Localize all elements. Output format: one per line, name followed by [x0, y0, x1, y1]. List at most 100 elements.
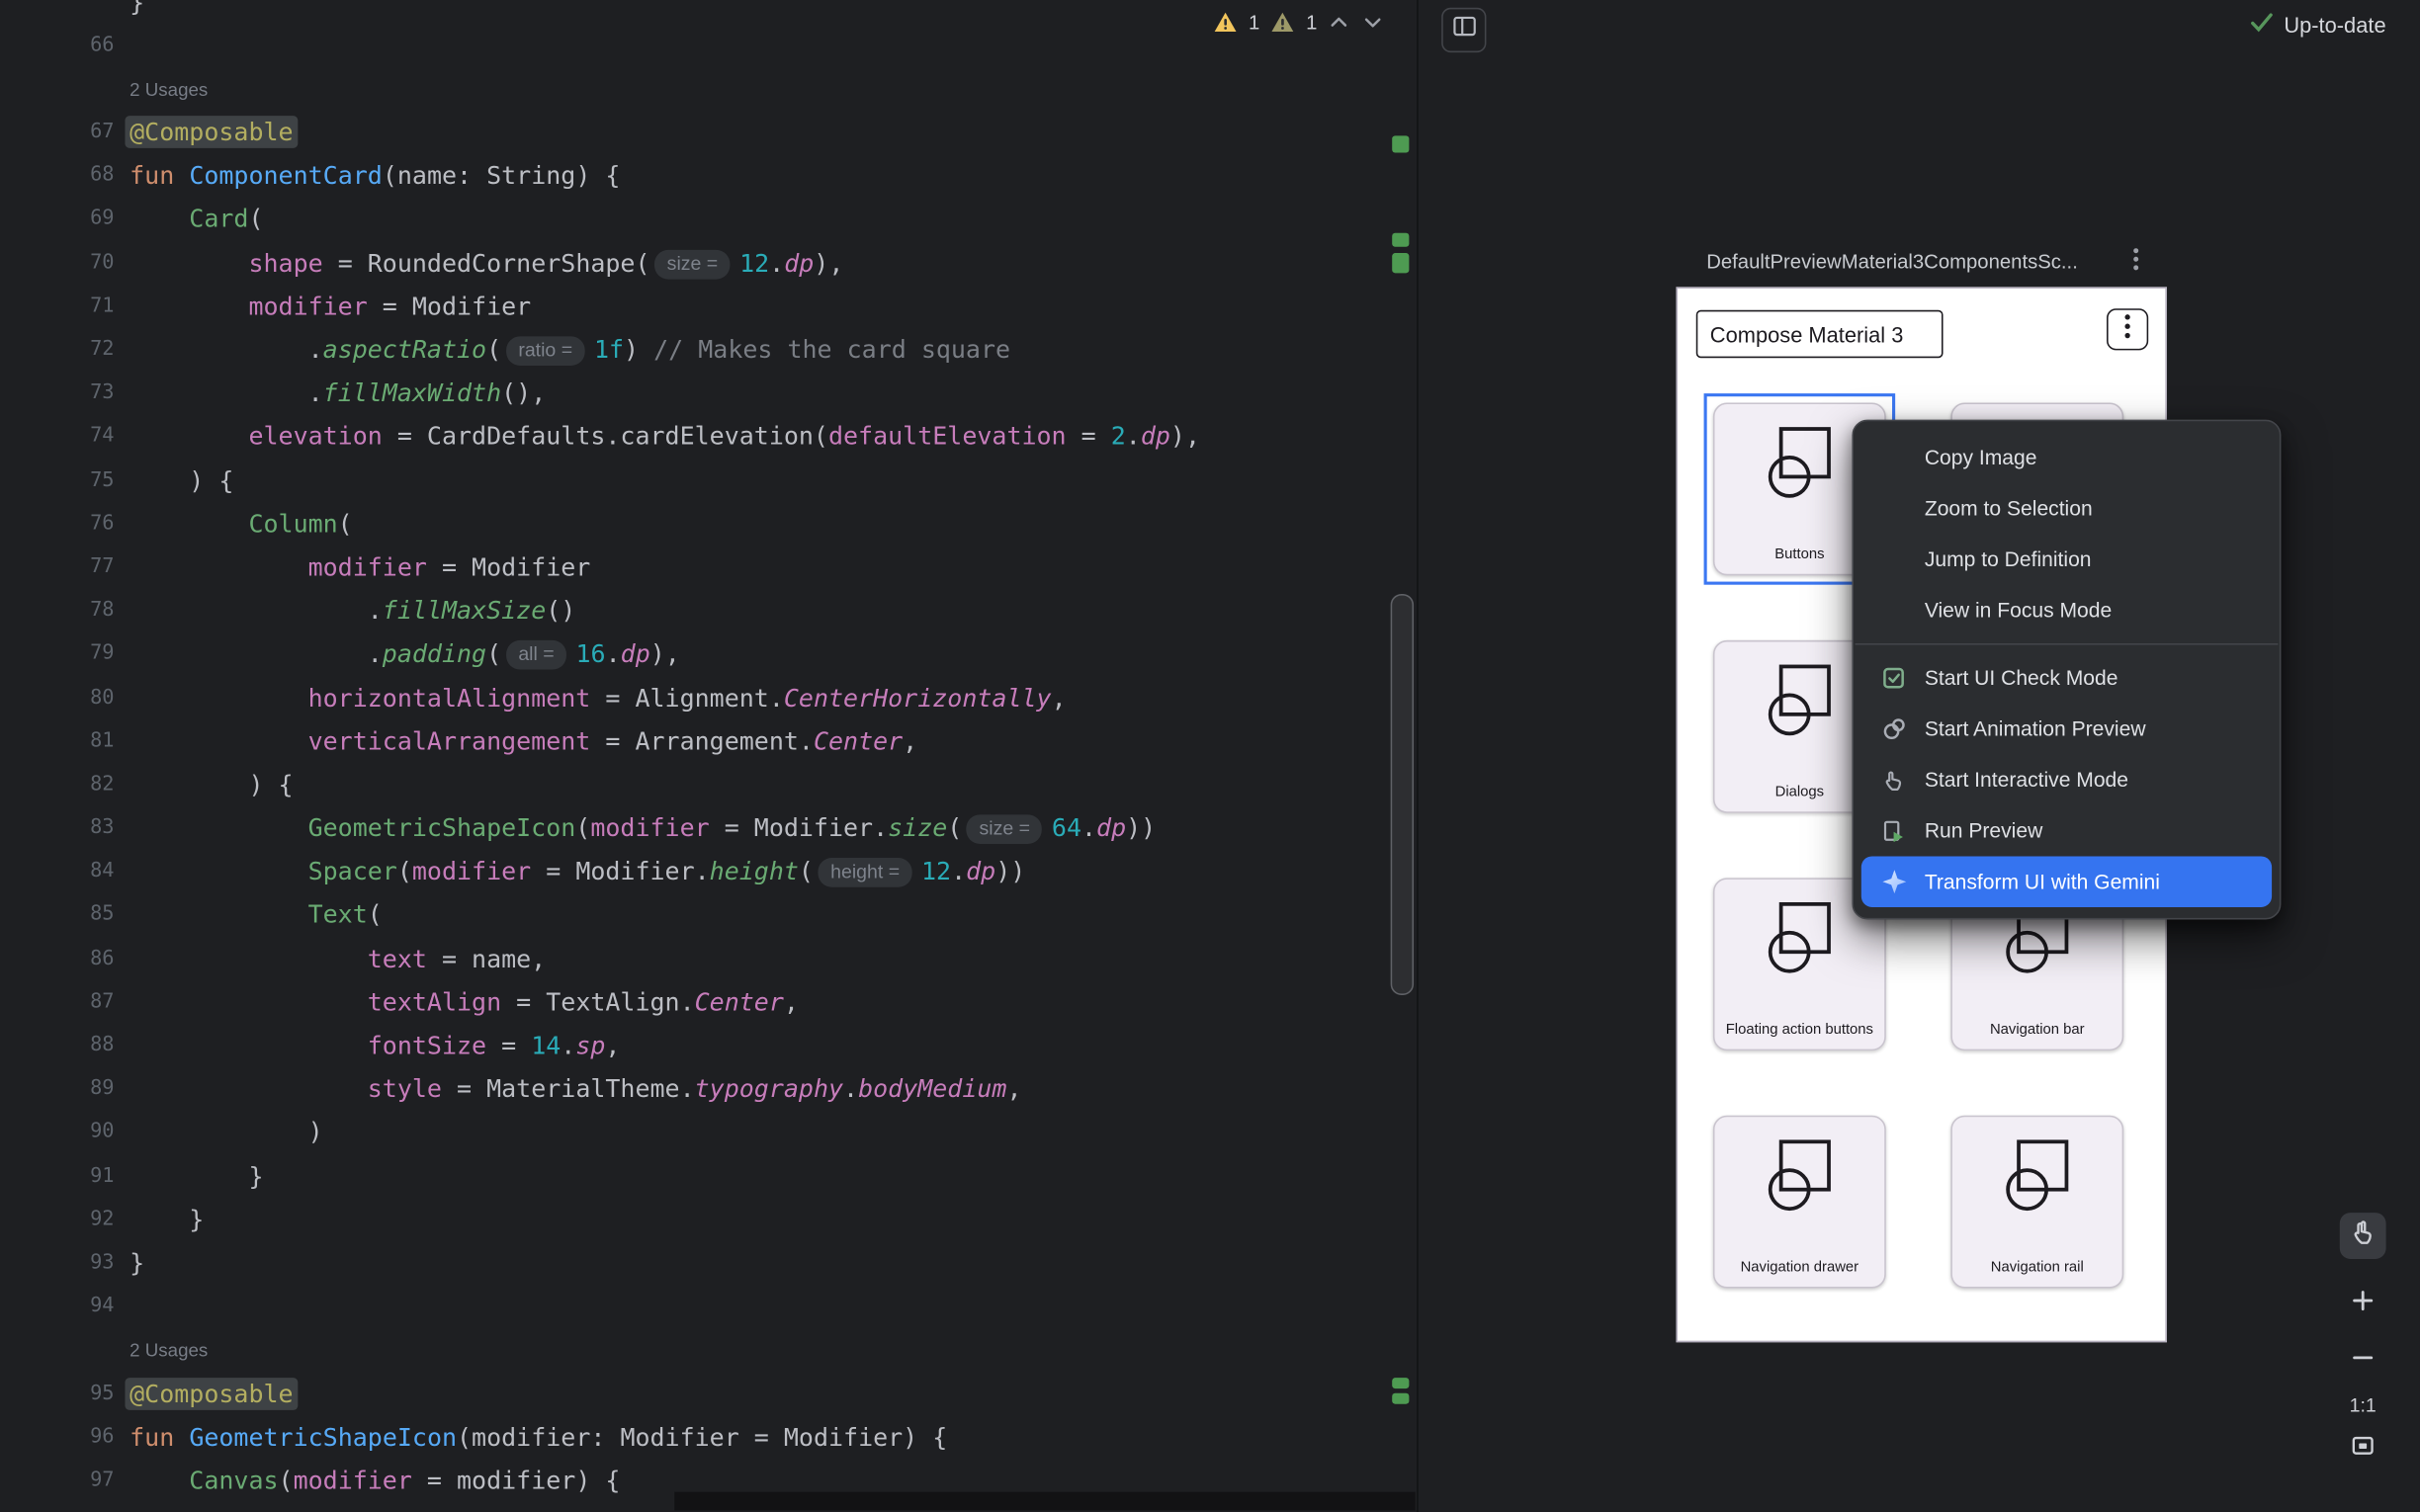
code-token: dp	[1141, 422, 1170, 452]
zoom-reset-button[interactable]: 1:1	[2334, 1394, 2392, 1416]
code-token: padding	[383, 639, 486, 669]
code-line[interactable]: 82 ) {	[0, 764, 1417, 807]
code-line[interactable]: 73 .fillMaxWidth(),	[0, 373, 1417, 416]
usages-hint[interactable]: 2 Usages	[130, 1329, 208, 1373]
menu-item-zoom-to-selection[interactable]: Zoom to Selection	[1854, 483, 2280, 535]
code-line[interactable]: 94	[0, 1286, 1417, 1329]
code-token: dp	[1096, 813, 1126, 843]
parameter-inlay-hint[interactable]: all =	[506, 640, 566, 670]
code-token: typography	[695, 1074, 843, 1104]
line-number: 84	[0, 851, 130, 894]
code-line[interactable]: 74 elevation = CardDefaults.cardElevatio…	[0, 416, 1417, 460]
menu-item-copy-image[interactable]: Copy Image	[1854, 432, 2280, 483]
code-line[interactable]: 84 Spacer(modifier = Modifier.height(hei…	[0, 851, 1417, 894]
code-line[interactable]: 67@Composable	[0, 112, 1417, 155]
zoom-out-button[interactable]	[2340, 1333, 2386, 1380]
next-problem-button[interactable]	[1362, 10, 1385, 33]
code-line[interactable]: 81 verticalArrangement = Arrangement.Cen…	[0, 720, 1417, 764]
parameter-inlay-hint[interactable]: size =	[967, 814, 1043, 844]
code-line[interactable]: 92 }	[0, 1199, 1417, 1242]
menu-item-jump-to-definition[interactable]: Jump to Definition	[1854, 534, 2280, 585]
code-line[interactable]: 96fun GeometricShapeIcon(modifier: Modif…	[0, 1416, 1417, 1460]
previous-problem-button[interactable]	[1328, 10, 1350, 33]
code-line[interactable]: 85 Text(	[0, 894, 1417, 938]
code-token: 12	[739, 248, 769, 278]
code-token: shape	[248, 248, 322, 278]
code-line[interactable]: 75 ) {	[0, 460, 1417, 503]
code-token: (modifier: Modifier = Modifier) {	[457, 1422, 947, 1452]
zoom-in-button[interactable]	[2340, 1281, 2386, 1327]
code-line[interactable]: 93}	[0, 1242, 1417, 1286]
code-line[interactable]: 88 fontSize = 14.sp,	[0, 1025, 1417, 1068]
card-label: Navigation bar	[1952, 1022, 2122, 1039]
usages-hint-row[interactable]: 2 Usages	[0, 67, 1417, 111]
code-line[interactable]: 80 horizontalAlignment = Alignment.Cente…	[0, 677, 1417, 720]
code-editor[interactable]: }662 Usages67@Composable68fun ComponentC…	[0, 0, 1417, 1512]
code-line[interactable]: 78 .fillMaxSize()	[0, 590, 1417, 633]
code-line[interactable]: 70 shape = RoundedCornerShape(size =12.d…	[0, 242, 1417, 286]
parameter-inlay-hint[interactable]: height =	[819, 858, 912, 887]
code-token: Column	[248, 509, 337, 539]
code-line[interactable]: }	[0, 0, 1417, 24]
code-line[interactable]: 79 .padding(all =16.dp),	[0, 633, 1417, 677]
code-token: CenterHorizontally	[784, 683, 1052, 713]
pan-tool-button[interactable]	[2340, 1213, 2386, 1259]
code-text: style = MaterialTheme.typography.bodyMed…	[130, 1068, 1021, 1112]
code-token: fontSize	[368, 1031, 486, 1060]
code-line[interactable]: 66	[0, 24, 1417, 67]
code-line[interactable]: 87 textAlign = TextAlign.Center,	[0, 981, 1417, 1025]
code-line[interactable]: 72 .aspectRatio(ratio =1f) // Makes the …	[0, 329, 1417, 373]
line-number: 85	[0, 894, 130, 938]
code-token	[130, 857, 307, 886]
code-line[interactable]: 89 style = MaterialTheme.typography.body…	[0, 1068, 1417, 1112]
menu-item-view-in-focus-mode[interactable]: View in Focus Mode	[1854, 585, 2280, 636]
code-token: }	[130, 1205, 204, 1234]
horizontal-scrollbar[interactable]	[674, 1492, 1415, 1511]
code-token: ) {	[130, 465, 233, 495]
preview-options-button[interactable]	[2119, 245, 2153, 279]
code-line[interactable]: 83 GeometricShapeIcon(modifier = Modifie…	[0, 807, 1417, 851]
code-line[interactable]: 76 Column(	[0, 503, 1417, 546]
menu-item-start-animation-preview[interactable]: Start Animation Preview	[1854, 704, 2280, 755]
code-line[interactable]: 91 }	[0, 1155, 1417, 1199]
fit-to-window-button[interactable]	[2340, 1426, 2386, 1472]
code-token	[130, 900, 307, 930]
usages-hint[interactable]: 2 Usages	[130, 67, 208, 111]
code-token: }	[130, 1161, 263, 1191]
code-text: }	[130, 0, 144, 24]
code-text: .padding(all =16.dp),	[130, 633, 680, 677]
line-number: 68	[0, 155, 130, 199]
parameter-inlay-hint[interactable]: size =	[654, 249, 731, 279]
code-token: (	[486, 335, 501, 365]
code-token: (	[279, 1466, 294, 1495]
code-text: .fillMaxSize()	[130, 590, 575, 633]
code-line[interactable]: 71 modifier = Modifier	[0, 286, 1417, 329]
app-menu-button[interactable]	[2107, 308, 2148, 350]
preview-card-navigation-rail[interactable]: Navigation rail	[1950, 1116, 2123, 1289]
editor-scrollbar[interactable]	[1391, 594, 1414, 995]
code-token: fillMaxSize	[383, 596, 546, 626]
line-number: 79	[0, 633, 130, 677]
code-line[interactable]: 86 text = name,	[0, 938, 1417, 981]
code-line[interactable]: 69 Card(	[0, 199, 1417, 242]
code-line[interactable]: 95@Composable	[0, 1373, 1417, 1416]
usages-hint-row[interactable]: 2 Usages	[0, 1329, 1417, 1373]
code-pane[interactable]: }662 Usages67@Composable68fun ComponentC…	[0, 0, 1417, 1503]
code-line[interactable]: 90 )	[0, 1112, 1417, 1155]
build-status-label: Up-to-date	[2284, 12, 2385, 37]
code-line[interactable]: 68fun ComponentCard(name: String) {	[0, 155, 1417, 199]
menu-item-transform-ui-with-gemini[interactable]: Transform UI with Gemini	[1861, 856, 2272, 907]
inspections-widget[interactable]: 1 1	[1213, 5, 1385, 39]
menu-item-start-interactive-mode[interactable]: Start Interactive Mode	[1854, 754, 2280, 805]
code-line[interactable]: 77 modifier = Modifier	[0, 546, 1417, 590]
app-title-field[interactable]: Compose Material 3	[1696, 310, 1944, 358]
card-label: Navigation rail	[1952, 1259, 2122, 1276]
menu-item-run-preview[interactable]: Run Preview	[1854, 805, 2280, 857]
line-number: 89	[0, 1068, 130, 1112]
preview-card-navigation-drawer[interactable]: Navigation drawer	[1713, 1116, 1886, 1289]
menu-item-start-ui-check-mode[interactable]: Start UI Check Mode	[1854, 652, 2280, 704]
preview-layout-button[interactable]	[1441, 8, 1486, 52]
code-token: (	[248, 205, 263, 234]
card-label: Floating action buttons	[1714, 1022, 1884, 1039]
parameter-inlay-hint[interactable]: ratio =	[506, 336, 585, 366]
